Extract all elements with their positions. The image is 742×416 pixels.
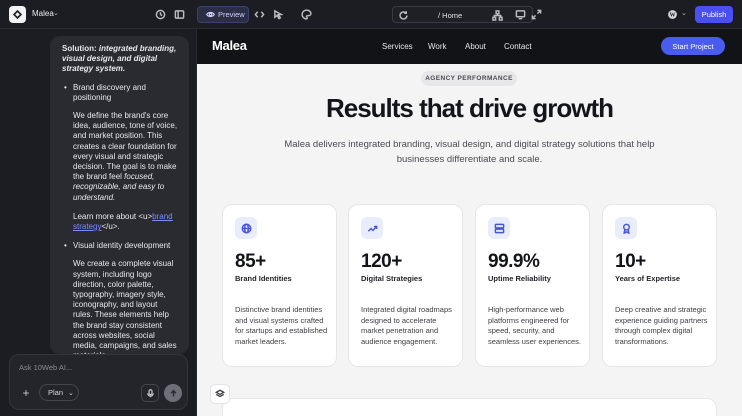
chat-list: Brand discovery and positioning We defin… xyxy=(62,83,179,354)
chevron-down-icon: ⌄ xyxy=(68,389,74,397)
desktop-view-icon[interactable] xyxy=(514,8,527,21)
site-preview: Malea Services Work About Contact Start … xyxy=(197,29,742,416)
award-icon xyxy=(615,217,637,239)
stat-card: 99.9% Uptime Reliability High-performanc… xyxy=(475,204,590,367)
site-navbar: Malea Services Work About Contact Start … xyxy=(197,29,742,64)
project-name[interactable]: Malea xyxy=(32,9,54,18)
ai-chat-panel: Solution: integrated branding, visual de… xyxy=(0,29,197,416)
solution-prefix: Solution: xyxy=(62,44,99,53)
layers-icon[interactable] xyxy=(210,384,230,404)
nav-link-contact[interactable]: Contact xyxy=(504,42,532,51)
section-subheadline: Malea delivers integrated branding, visu… xyxy=(284,139,655,165)
learn-more: Learn more about <u>brand strategy</u>. xyxy=(73,212,179,232)
stat-label: Uptime Reliability xyxy=(488,274,551,283)
section-eyebrow: AGENCY PERFORMANCE xyxy=(421,71,517,86)
svg-text:W: W xyxy=(670,13,676,19)
list-item-title: Brand discovery and positioning xyxy=(73,82,146,102)
address-path: / Home xyxy=(438,11,463,20)
app-logo-icon[interactable] xyxy=(9,6,26,23)
learn-prefix: Learn more about <u> xyxy=(73,211,153,221)
sidebar-toggle-icon[interactable] xyxy=(173,8,186,21)
stat-description: Distinctive brand identities and visual … xyxy=(235,305,328,346)
nav-link-about[interactable]: About xyxy=(465,42,486,51)
chevron-down-icon[interactable]: ⌄ xyxy=(681,9,687,17)
palette-icon[interactable] xyxy=(300,8,313,21)
chat-input[interactable]: Ask 10Web AI... xyxy=(19,363,72,372)
trend-up-icon xyxy=(361,217,383,239)
stat-label: Years of Expertise xyxy=(615,274,681,283)
add-attachment-icon[interactable]: + xyxy=(19,386,33,400)
stat-value: 99.9% xyxy=(488,251,540,272)
stat-card: 85+ Brand Identities Distinctive brand i… xyxy=(222,204,337,367)
list-item: Visual identity development We create a … xyxy=(62,241,179,354)
expand-icon[interactable] xyxy=(530,8,543,21)
select-element-icon[interactable] xyxy=(272,8,285,21)
address-bar[interactable]: / Home xyxy=(392,6,533,23)
start-project-button[interactable]: Start Project xyxy=(661,37,725,55)
list-item-title: Visual identity development xyxy=(73,241,171,251)
preview-button[interactable]: Preview xyxy=(197,6,249,23)
nav-link-work[interactable]: Work xyxy=(428,42,447,51)
wordpress-icon[interactable]: W xyxy=(666,8,679,21)
publish-button[interactable]: Publish xyxy=(695,6,733,23)
top-toolbar: Malea ⌄ Preview / Home W ⌄ Publish xyxy=(0,0,742,29)
site-brand[interactable]: Malea xyxy=(212,38,247,53)
plan-label: Plan xyxy=(48,388,64,397)
chat-input-box[interactable]: Ask 10Web AI... + Plan ⌄ xyxy=(9,354,188,410)
refresh-icon[interactable] xyxy=(397,9,410,22)
stat-card: 120+ Digital Strategies Integrated digit… xyxy=(348,204,463,367)
globe-icon xyxy=(235,217,257,239)
section-headline: Results that drive growth xyxy=(325,93,614,123)
stat-value: 120+ xyxy=(361,251,402,272)
eye-icon xyxy=(206,11,215,18)
stat-card: 10+ Years of Expertise Deep creative and… xyxy=(602,204,717,367)
chat-message: Solution: integrated branding, visual de… xyxy=(50,36,189,354)
microphone-icon[interactable] xyxy=(141,384,159,402)
stat-description: Integrated digital roadmaps designed to … xyxy=(361,305,452,346)
nav-link-services[interactable]: Services xyxy=(382,42,413,51)
stat-label: Brand Identities xyxy=(235,274,292,283)
body-text: We define the brand's core idea, audienc… xyxy=(73,111,178,182)
stat-description: Deep creative and strategic experience g… xyxy=(615,305,708,346)
next-section-card xyxy=(222,398,717,416)
stat-label: Digital Strategies xyxy=(361,274,423,283)
arrow-up-icon xyxy=(170,389,176,396)
stat-value: 85+ xyxy=(235,251,266,272)
code-icon[interactable] xyxy=(253,8,266,21)
stat-value: 10+ xyxy=(615,251,646,272)
list-item-body: We create a complete visual system, incl… xyxy=(73,259,177,354)
chevron-down-icon[interactable]: ⌄ xyxy=(53,9,59,17)
stat-description: High-performance web platforms engineere… xyxy=(488,305,581,346)
learn-suffix: </u>. xyxy=(101,222,120,232)
plan-dropdown[interactable]: Plan ⌄ xyxy=(39,384,79,401)
list-item: Brand discovery and positioning We defin… xyxy=(62,83,179,233)
send-button[interactable] xyxy=(164,384,182,402)
sitemap-icon[interactable] xyxy=(491,9,504,22)
list-item-body: We define the brand's core idea, audienc… xyxy=(73,111,179,203)
solution-heading: Solution: integrated branding, visual de… xyxy=(62,44,179,75)
history-icon[interactable] xyxy=(154,8,167,21)
preview-label: Preview xyxy=(218,10,245,19)
server-icon xyxy=(488,217,510,239)
